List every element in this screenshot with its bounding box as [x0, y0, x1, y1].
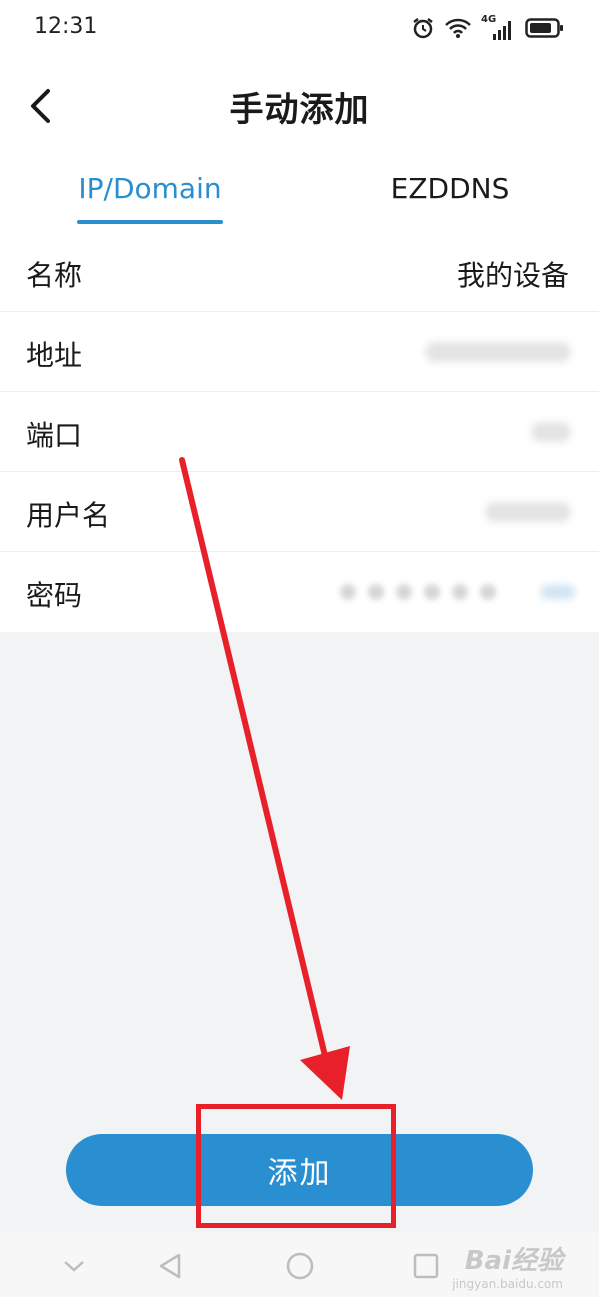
add-button[interactable]: 添加	[66, 1134, 533, 1206]
nav-recents-button[interactable]	[406, 1246, 446, 1286]
address-field-redacted[interactable]	[425, 342, 571, 362]
name-field[interactable]: 我的设备	[457, 254, 569, 294]
form-row-name[interactable]: 名称 我的设备	[0, 232, 599, 312]
form-row-password[interactable]: 密码	[0, 552, 599, 632]
square-recents-icon	[413, 1253, 439, 1279]
password-dot	[452, 584, 468, 600]
watermark-url: jingyan.baidu.com	[452, 1277, 563, 1291]
password-dot	[480, 584, 496, 600]
page-title: 手动添加	[229, 90, 370, 130]
password-dot	[424, 584, 440, 600]
nav-back-button[interactable]	[150, 1246, 190, 1286]
password-dot	[396, 584, 412, 600]
nav-collapse-button[interactable]	[54, 1246, 94, 1286]
cellular-signal-icon: 4G	[481, 14, 515, 42]
battery-icon	[525, 17, 565, 43]
nav-home-button[interactable]	[280, 1246, 320, 1286]
password-dot	[340, 584, 356, 600]
password-label: 密码	[26, 579, 83, 612]
status-bar: 12:31 4G	[0, 0, 599, 60]
circle-home-icon	[286, 1252, 314, 1280]
port-field-redacted[interactable]	[531, 422, 571, 442]
app-header: 手动添加	[0, 60, 599, 153]
status-icons: 4G	[411, 14, 565, 44]
wifi-icon	[445, 17, 471, 43]
tab-ezddns[interactable]: EZDDNS	[350, 172, 550, 212]
tab-bar: IP/Domain EZDDNS	[0, 152, 599, 233]
form-row-username[interactable]: 用户名	[0, 472, 599, 552]
tab-ip-domain[interactable]: IP/Domain	[50, 172, 250, 212]
username-field-redacted[interactable]	[485, 502, 571, 522]
watermark-logo: Bai经验	[464, 1246, 563, 1276]
watermark: Bai经验 jingyan.baidu.com	[452, 1240, 563, 1291]
username-label: 用户名	[26, 499, 111, 532]
active-tab-indicator	[77, 220, 223, 224]
device-form: 名称 我的设备 地址 端口 用户名 密码	[0, 232, 599, 632]
status-time: 12:31	[34, 14, 98, 39]
name-label: 名称	[26, 259, 83, 292]
alarm-icon	[411, 16, 435, 44]
address-label: 地址	[26, 339, 83, 372]
form-row-port[interactable]: 端口	[0, 392, 599, 472]
triangle-back-icon	[159, 1253, 181, 1279]
form-row-address[interactable]: 地址	[0, 312, 599, 392]
show-password-icon[interactable]	[541, 585, 575, 599]
chevron-down-icon	[64, 1261, 84, 1272]
system-nav-bar: Bai经验 jingyan.baidu.com	[0, 1232, 599, 1297]
port-label: 端口	[26, 419, 83, 452]
password-dot	[368, 584, 384, 600]
